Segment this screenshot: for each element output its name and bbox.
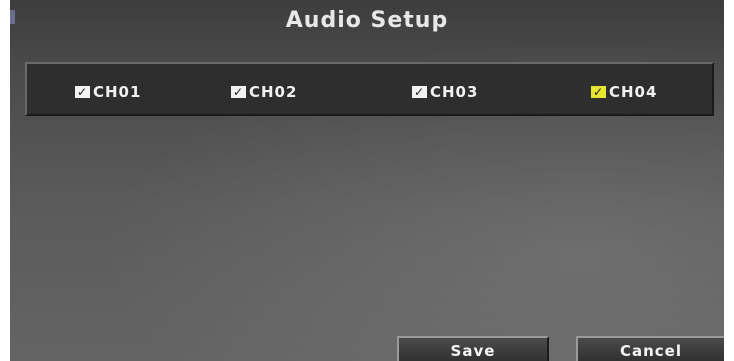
channel-ch04[interactable]: ✓ CH04	[591, 82, 657, 102]
channel-label-ch01: CH01	[93, 83, 142, 101]
save-button[interactable]: Save	[397, 336, 549, 361]
channel-label-ch03: CH03	[430, 83, 479, 101]
channel-selection-bar: ✓ CH01 ✓ CH02 ✓ CH03 ✓ CH04	[25, 62, 714, 116]
check-icon: ✓	[592, 85, 605, 99]
channel-ch01[interactable]: ✓ CH01	[75, 82, 141, 102]
checkbox-ch01[interactable]: ✓	[75, 86, 90, 98]
cancel-button[interactable]: Cancel	[576, 336, 724, 361]
channel-ch02[interactable]: ✓ CH02	[231, 82, 297, 102]
dialog-title: Audio Setup	[285, 8, 449, 33]
check-icon: ✓	[232, 85, 245, 99]
checkbox-ch02[interactable]: ✓	[231, 86, 246, 98]
channel-ch03[interactable]: ✓ CH03	[412, 82, 478, 102]
channel-label-ch04: CH04	[609, 83, 658, 101]
channel-label-ch02: CH02	[249, 83, 298, 101]
check-icon: ✓	[413, 85, 426, 99]
check-icon: ✓	[76, 85, 89, 99]
dvr-screen: Audio Setup ✓ CH01 ✓ CH02 ✓ CH03 ✓ CH04	[10, 0, 724, 361]
checkbox-ch04[interactable]: ✓	[591, 86, 606, 98]
checkbox-ch03[interactable]: ✓	[412, 86, 427, 98]
